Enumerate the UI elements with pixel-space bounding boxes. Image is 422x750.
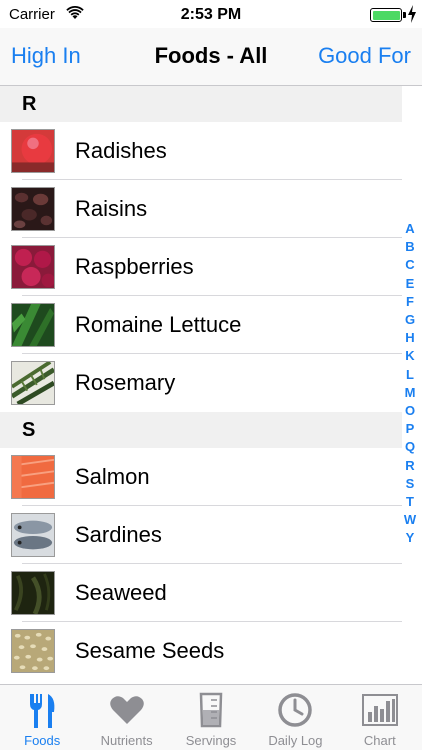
battery-icon [370,8,402,22]
rosemary-thumbnail [11,361,55,405]
tab-servings[interactable]: Servings [169,685,253,750]
food-name: Romaine Lettuce [75,312,242,337]
index-letter-c[interactable]: C [401,256,419,274]
seaweed-thumbnail [11,571,55,615]
food-row-rosemary[interactable]: Rosemary [0,354,402,412]
index-letter-l[interactable]: L [401,366,419,384]
index-letter-g[interactable]: G [401,311,419,329]
salmon-thumbnail [11,455,55,499]
food-row-radishes[interactable]: Radishes [0,122,402,180]
romaine-lettuce-thumbnail [11,303,55,347]
bar-chart-icon [360,690,400,730]
tab-bar: Foods Nutrients Servings Daily Log Chart [0,684,422,750]
raspberries-thumbnail [11,245,55,289]
food-row-salmon[interactable]: Salmon [0,448,402,506]
tab-nutrients[interactable]: Nutrients [84,685,168,750]
tab-daily-log[interactable]: Daily Log [253,685,337,750]
index-letter-q[interactable]: Q [401,438,419,456]
food-row-romaine-lettuce[interactable]: Romaine Lettuce [0,296,402,354]
food-row-raisins[interactable]: Raisins [0,180,402,238]
food-name: Raspberries [75,254,194,279]
tab-label: Nutrients [100,733,153,748]
food-name: Seaweed [75,580,167,605]
index-letter-w[interactable]: W [401,511,419,529]
radishes-thumbnail [11,129,55,173]
measuring-cup-icon [191,690,231,730]
status-bar: Carrier 2:53 PM [0,0,422,28]
food-name: Sesame Seeds [75,638,225,663]
charging-bolt-icon [408,5,416,23]
index-letter-h[interactable]: H [401,329,419,347]
food-row-sesame-seeds[interactable]: Sesame Seeds [0,622,402,680]
food-name: Sardines [75,522,162,547]
index-letter-k[interactable]: K [401,347,419,365]
section-header-r: R [0,86,402,122]
food-name: Raisins [75,196,148,221]
index-letter-y[interactable]: Y [401,529,419,547]
food-row-sardines[interactable]: Sardines [0,506,402,564]
food-name: Salmon [75,464,150,489]
high-in-button[interactable]: High In [11,43,81,69]
index-letter-b[interactable]: B [401,238,419,256]
clock-icon [275,690,315,730]
sesame-seeds-thumbnail [11,629,55,673]
index-letter-m[interactable]: M [401,384,419,402]
fork-knife-icon [22,690,62,730]
good-for-button[interactable]: Good For [318,43,411,69]
tab-label: Foods [24,733,61,748]
index-letter-e[interactable]: E [401,275,419,293]
raisins-thumbnail [11,187,55,231]
tab-foods[interactable]: Foods [0,685,84,750]
section-index[interactable]: A B C E F G H K L M O P Q R S T W Y [401,220,419,548]
index-letter-a[interactable]: A [401,220,419,238]
tab-label: Servings [185,733,237,748]
index-letter-t[interactable]: T [401,493,419,511]
clock-time: 2:53 PM [180,6,242,23]
index-letter-s[interactable]: S [401,475,419,493]
tab-label: Chart [363,733,396,748]
index-letter-p[interactable]: P [401,420,419,438]
food-name: Rosemary [75,370,176,395]
sardines-thumbnail [11,513,55,557]
heart-icon [107,690,147,730]
section-header-s: S [0,412,402,448]
tab-chart[interactable]: Chart [338,685,422,750]
index-letter-o[interactable]: O [401,402,419,420]
food-list[interactable]: R Radishes Raisins Raspberries Romaine L… [0,86,402,684]
index-letter-r[interactable]: R [401,457,419,475]
food-row-seaweed[interactable]: Seaweed [0,564,402,622]
tab-label: Daily Log [268,733,323,748]
index-letter-f[interactable]: F [401,293,419,311]
navigation-bar: High In Foods - All Good For [0,28,422,86]
food-row-raspberries[interactable]: Raspberries [0,238,402,296]
food-name: Radishes [75,138,167,163]
